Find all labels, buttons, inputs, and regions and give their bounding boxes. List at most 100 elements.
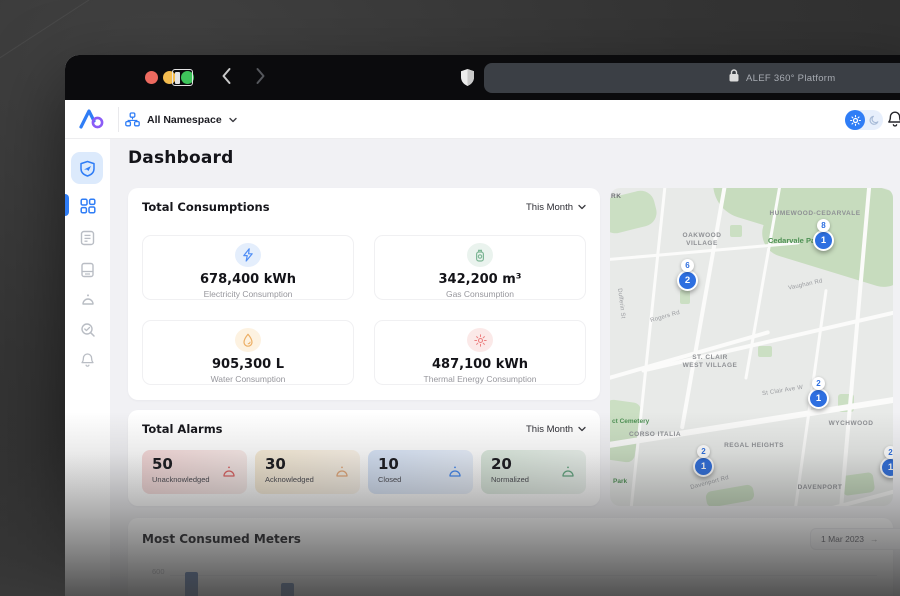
date-range-picker[interactable]: 1 Mar 2023 → [810, 528, 900, 550]
map-park-label: Park [613, 478, 628, 485]
total-consumptions-card: Total Consumptions This Month 678,400 kW… [128, 188, 600, 400]
header-divider [118, 107, 119, 132]
alarm-dome-icon [81, 294, 94, 305]
map-area-label: ST. CLAIR WEST VILLAGE [682, 354, 738, 369]
sidebar-item-dashboard[interactable] [79, 197, 96, 214]
metric-label: Electricity Consumption [203, 289, 293, 299]
park-shape [758, 346, 772, 357]
marker-pin: 1 [808, 388, 829, 409]
page-title: Dashboard [128, 148, 234, 168]
water-drop-icon [235, 328, 261, 352]
url-content: ALEF 360° Platform [729, 63, 835, 93]
metric-value: 678,400 kWh [200, 272, 296, 287]
browser-window: ALEF 360° Platform All Namespace Dashboa… [65, 55, 900, 596]
alarms-period-label: This Month [526, 423, 573, 435]
url-bar[interactable]: ALEF 360° Platform [484, 63, 900, 93]
notifications-bell-icon[interactable] [887, 110, 900, 130]
marker-badge: 6 [681, 259, 694, 272]
park-shape [704, 483, 756, 506]
marker-badge: 2 [884, 446, 893, 459]
chart-bar [281, 583, 294, 596]
alarm-dome-icon [447, 464, 463, 484]
y-axis-tick: 600 [152, 567, 165, 576]
forward-icon[interactable] [255, 67, 266, 90]
map-panel[interactable]: RK HUMEWOOD-CEDARVALE OAKWOOD VILLAGE Ce… [610, 188, 893, 506]
alarm-tile-unacknowledged: 50 Unacknowledged [142, 450, 247, 494]
sidebar-item-meters[interactable] [79, 229, 96, 246]
map-marker[interactable]: 2 1 [808, 377, 829, 409]
alarm-dome-icon [334, 464, 350, 484]
sidebar-item-app[interactable] [71, 152, 103, 184]
map-park-label: ct Cemetery [612, 418, 650, 425]
marker-pin: 2 [677, 270, 698, 291]
marker-badge: 2 [812, 377, 825, 390]
metric-label: Water Consumption [210, 374, 286, 384]
metric-thermal: 487,100 kWh Thermal Energy Consumption [374, 320, 586, 385]
map-area-label: REGAL HEIGHTS [724, 442, 784, 449]
metric-value: 342,200 m³ [438, 272, 522, 287]
sidebar-item-alarms[interactable] [79, 291, 96, 308]
metrics-grid: 678,400 kWh Electricity Consumption 342,… [142, 235, 586, 385]
theme-toggle[interactable] [845, 110, 883, 130]
most-consumed-meters-card: Most Consumed Meters 1 Mar 2023 → 600 [128, 518, 900, 596]
consumptions-period-dropdown[interactable]: This Month [526, 202, 586, 213]
map-area-label: DAVENPORT [797, 484, 843, 491]
park-shape [680, 290, 690, 304]
marker-badge: 8 [817, 219, 830, 232]
map-road-label: Rogers Rd [649, 309, 681, 325]
alarm-tile-closed: 10 Closed [368, 450, 473, 494]
sidebar-item-notifications[interactable] [79, 351, 96, 368]
alarms-period-dropdown[interactable]: This Month [526, 424, 586, 435]
lock-icon [729, 69, 739, 87]
app-body: Dashboard Total Consumptions This Month [65, 139, 900, 596]
sidebar-toggle-icon[interactable] [172, 69, 193, 86]
map-marker[interactable]: 2 1 [880, 446, 893, 478]
marker-pin: 1 [880, 457, 893, 478]
consumptions-title: Total Consumptions [142, 200, 270, 214]
road [679, 188, 729, 430]
sidebar-active-indicator [65, 194, 69, 216]
sidebar-item-diagnostics[interactable] [79, 321, 96, 338]
metric-water: 905,300 L Water Consumption [142, 320, 354, 385]
gridline [170, 575, 877, 576]
alarm-tile-acknowledged: 30 Acknowledged [255, 450, 360, 494]
privacy-shield-icon[interactable] [460, 68, 475, 92]
namespace-tree-icon [125, 112, 140, 127]
back-icon[interactable] [221, 67, 232, 90]
url-text: ALEF 360° Platform [746, 72, 836, 84]
meter-document-icon [80, 230, 95, 245]
search-check-icon [80, 322, 95, 337]
map-marker[interactable]: 8 1 [813, 219, 834, 251]
namespace-dropdown[interactable]: All Namespace [125, 100, 237, 139]
bell-icon [81, 352, 94, 367]
desktop-background: ALEF 360° Platform All Namespace Dashboa… [0, 0, 900, 596]
app-sidebar [65, 139, 110, 596]
map-area-label: HUMEWOOD-CEDARVALE [769, 210, 861, 217]
dark-mode-icon[interactable] [865, 110, 883, 130]
app-header: All Namespace [65, 100, 900, 139]
close-window-button[interactable] [145, 71, 158, 84]
map-road-label: St Clair Ave W [761, 384, 804, 398]
map-marker[interactable]: 2 1 [693, 445, 714, 477]
map-area-label: RK [611, 193, 622, 200]
metric-label: Gas Consumption [445, 289, 515, 299]
map-marker[interactable]: 6 2 [677, 259, 698, 291]
map-road-label: Vaughan Rd [787, 278, 824, 292]
meters-title: Most Consumed Meters [142, 532, 301, 546]
namespace-label: All Namespace [147, 113, 222, 126]
browser-titlebar: ALEF 360° Platform [65, 55, 900, 100]
shield-drone-icon [79, 160, 95, 177]
alarm-dome-icon [560, 464, 576, 484]
alarms-title: Total Alarms [142, 422, 223, 436]
map-area-label: CORSO ITALIA [628, 431, 682, 438]
lightning-icon [235, 243, 261, 267]
map-area-label: OAKWOOD VILLAGE [682, 232, 722, 247]
light-mode-icon[interactable] [845, 110, 865, 130]
sidebar-item-devices[interactable] [79, 261, 96, 278]
chevron-down-icon [578, 426, 586, 432]
thermal-icon [467, 328, 493, 352]
alarm-tile-normalized: 20 Normalized [481, 450, 586, 494]
map-area-label: WYCHWOOD [828, 420, 874, 427]
metric-value: 487,100 kWh [432, 357, 528, 372]
chevron-down-icon [229, 117, 237, 122]
